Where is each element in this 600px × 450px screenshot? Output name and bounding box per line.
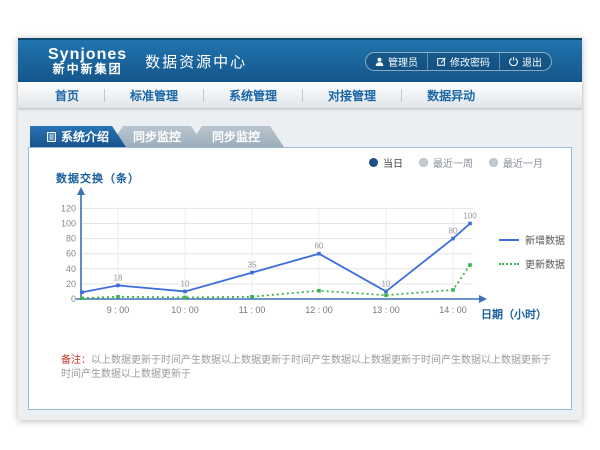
footnote: 备注：以上数据更新于时间产生数据以上数据更新于时间产生数据以上数据更新于时间产生… <box>61 354 551 382</box>
footnote-text: 以上数据更新于时间产生数据以上数据更新于时间产生数据以上数据更新于时间产生数据以… <box>61 355 551 380</box>
legend-swatch <box>499 263 519 265</box>
power-icon <box>509 57 518 66</box>
edit-icon <box>437 57 446 66</box>
svg-text:0: 0 <box>71 294 76 304</box>
svg-text:10 : 00: 10 : 00 <box>171 305 199 315</box>
svg-text:9 : 00: 9 : 00 <box>107 305 130 315</box>
logo-text-en: Synjones <box>48 46 127 64</box>
svg-text:100: 100 <box>463 212 477 221</box>
logo-text-cn: 新中新集团 <box>48 63 127 76</box>
svg-text:80: 80 <box>66 234 76 244</box>
app-window: Synjones 新中新集团 数据资源中心 管理员 修改密码 退出 <box>18 38 582 420</box>
document-icon <box>47 132 56 142</box>
footnote-prefix: 备注： <box>61 355 91 366</box>
svg-text:120: 120 <box>61 203 76 213</box>
svg-text:20: 20 <box>66 279 76 289</box>
svg-text:40: 40 <box>66 264 76 274</box>
company-logo: Synjones 新中新集团 <box>48 46 127 77</box>
page-title: 数据资源中心 <box>145 51 247 72</box>
nav-item-4[interactable]: 数据异动 <box>402 87 500 104</box>
svg-text:12 : 00: 12 : 00 <box>305 305 333 315</box>
svg-text:60: 60 <box>66 249 76 259</box>
logout-button[interactable]: 退出 <box>499 53 551 70</box>
user-actions-group: 管理员 修改密码 退出 <box>365 52 552 71</box>
radio-option-2[interactable]: 最近一月 <box>489 155 543 170</box>
svg-text:100: 100 <box>61 219 76 229</box>
tab-0[interactable]: 系统介绍 <box>30 126 126 147</box>
line-chart: 0 20 40 60 80 100 120 9 : 00 10 : 00 11 : 00 12 : … <box>49 186 489 326</box>
svg-text:10: 10 <box>382 279 391 288</box>
radio-option-0[interactable]: 当日 <box>369 155 403 170</box>
nav-item-2[interactable]: 系统管理 <box>204 87 302 104</box>
chart-svg: 0 20 40 60 80 100 120 9 : 00 10 : 00 11 : 00 12 : … <box>49 186 489 326</box>
chart-legend: 新增数据更新数据 <box>499 232 565 271</box>
legend-item-1: 更新数据 <box>499 256 565 271</box>
radio-icon <box>489 158 498 167</box>
tab-label: 同步监控 <box>133 128 181 145</box>
radio-label: 最近一月 <box>503 155 543 170</box>
nav-item-0[interactable]: 首页 <box>30 87 104 104</box>
radio-icon <box>369 158 378 167</box>
app-header: Synjones 新中新集团 数据资源中心 管理员 修改密码 退出 <box>18 38 582 82</box>
y-axis-title: 数据交换（条） <box>56 170 140 186</box>
legend-label: 新增数据 <box>525 232 565 247</box>
nav-item-3[interactable]: 对接管理 <box>303 87 401 104</box>
legend-item-0: 新增数据 <box>499 232 565 247</box>
content-panel: 当日 最近一周 最近一月 数据交换（条） 0 20 40 60 80 100 120 9 : 00… <box>28 147 572 410</box>
user-icon <box>375 57 384 66</box>
svg-text:35: 35 <box>248 261 257 270</box>
change-password-label: 修改密码 <box>450 54 490 69</box>
nav-item-1[interactable]: 标准管理 <box>105 87 203 104</box>
legend-label: 更新数据 <box>525 256 565 271</box>
radio-option-1[interactable]: 最近一周 <box>419 155 473 170</box>
tab-bar: 系统介绍 同步监控 同步监控 <box>30 126 284 147</box>
radio-icon <box>419 158 428 167</box>
time-range-filter: 当日 最近一周 最近一月 <box>369 155 543 170</box>
user-menu-button[interactable]: 管理员 <box>366 53 427 70</box>
tab-label: 同步监控 <box>212 128 260 145</box>
svg-text:18: 18 <box>114 273 123 282</box>
svg-text:13 : 00: 13 : 00 <box>372 305 400 315</box>
svg-text:10: 10 <box>181 279 190 288</box>
main-nav: 首页标准管理系统管理对接管理数据异动 <box>18 82 582 109</box>
legend-swatch <box>499 239 519 241</box>
change-password-button[interactable]: 修改密码 <box>427 53 499 70</box>
x-axis-title: 日期（小时） <box>481 306 547 322</box>
radio-label: 最近一周 <box>433 155 473 170</box>
svg-text:80: 80 <box>449 227 458 236</box>
tab-label: 系统介绍 <box>61 128 109 145</box>
svg-text:60: 60 <box>315 242 324 251</box>
svg-text:11 : 00: 11 : 00 <box>239 305 266 315</box>
logout-label: 退出 <box>522 54 542 69</box>
svg-text:14 : 00: 14 : 00 <box>439 305 467 315</box>
user-label: 管理员 <box>388 54 418 69</box>
radio-label: 当日 <box>383 155 403 170</box>
